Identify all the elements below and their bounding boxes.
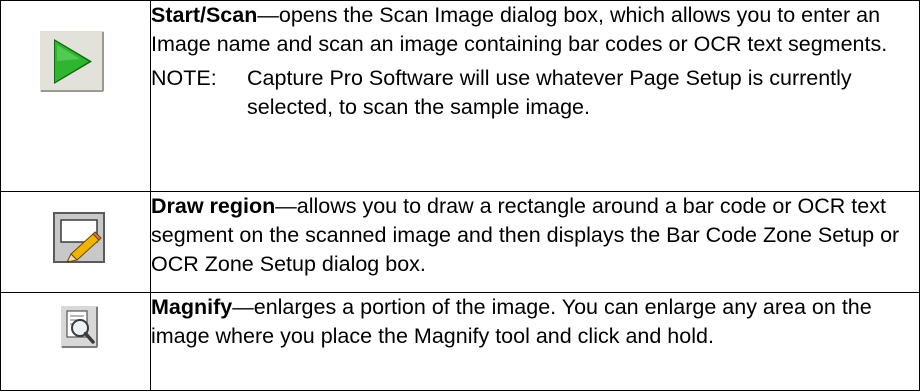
icon-cell [0,191,151,293]
description-cell: Draw region—allows you to draw a rectang… [150,191,920,293]
term-label: Draw region [151,194,276,218]
description: Start/Scan—opens the Scan Image dialog b… [151,1,919,59]
description: Draw region—allows you to draw a rectang… [151,192,919,279]
note-text: Capture Pro Software will use whatever P… [247,66,852,119]
table-row: Start/Scan—opens the Scan Image dialog b… [0,0,920,192]
icon-cell [0,292,151,391]
note: NOTE: Capture Pro Software will use what… [151,64,919,122]
description-text: —opens the Scan Image dialog box, which … [151,3,888,56]
start-scan-icon[interactable] [40,31,104,92]
icon-cell [0,0,151,192]
table-row: Magnify—enlarges a portion of the image.… [0,292,920,391]
description-text: —enlarges a portion of the image. You ca… [151,295,872,348]
description-cell: Magnify—enlarges a portion of the image.… [150,292,920,391]
description: Magnify—enlarges a portion of the image.… [151,293,919,351]
magnify-icon[interactable] [61,306,98,348]
toolbar-reference-table: Start/Scan—opens the Scan Image dialog b… [0,0,920,391]
term-label: Magnify [151,295,233,319]
draw-region-icon[interactable] [53,212,105,263]
table-row: Draw region—allows you to draw a rectang… [0,191,920,293]
term-label: Start/Scan [151,3,258,27]
note-label: NOTE: [151,66,217,90]
description-cell: Start/Scan—opens the Scan Image dialog b… [150,0,920,192]
